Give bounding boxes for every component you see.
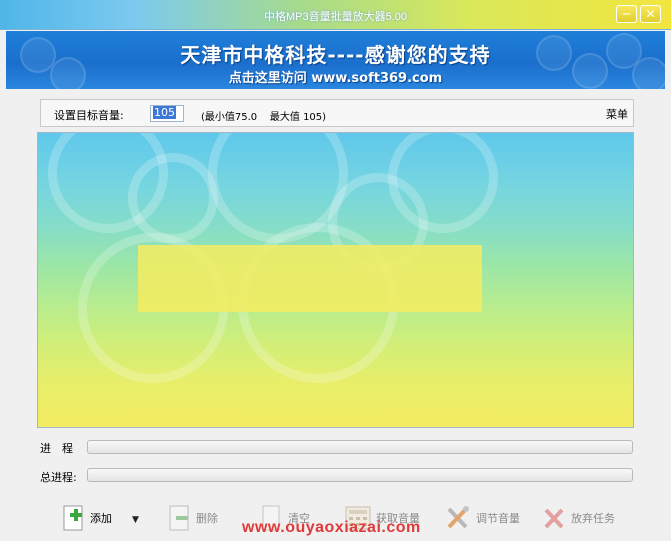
adjust-volume-label: 调节音量 <box>476 512 520 525</box>
close-button[interactable]: ✕ <box>640 5 661 23</box>
website-link[interactable]: 点击这里访问 www.soft369.com <box>6 67 665 86</box>
title-bar: 中格MP3音量批量放大器5.00 ─ ✕ <box>0 0 671 30</box>
target-volume-input[interactable]: 105 <box>150 105 184 122</box>
add-button[interactable]: 添加 <box>62 500 112 536</box>
target-volume-value: 105 <box>153 106 176 119</box>
add-dropdown-icon[interactable]: ▼ <box>132 515 139 525</box>
total-progress-label: 总进程: <box>40 471 77 484</box>
add-file-icon <box>63 505 83 531</box>
background-swirl <box>388 133 498 233</box>
abort-task-button[interactable]: 放弃任务 <box>541 500 615 536</box>
tools-icon <box>447 506 469 529</box>
window-title: 中格MP3音量批量放大器5.00 <box>263 11 408 23</box>
banner-headline: 天津市中格科技----感谢您的支持 <box>180 43 491 67</box>
volume-settings-bar: 设置目标音量: 105 (最小值75.0 最大值 105) 菜单 <box>40 99 634 127</box>
delete-label: 删除 <box>196 512 218 525</box>
highlight-overlay <box>138 245 482 312</box>
progress-bar <box>87 440 633 454</box>
banner[interactable]: 天津市中格科技----感谢您的支持 点击这里访问 www.soft369.com <box>6 31 665 89</box>
total-progress-bar <box>87 468 633 482</box>
delete-file-icon <box>169 505 189 531</box>
abort-task-label: 放弃任务 <box>571 512 615 525</box>
progress-label: 进 程 <box>40 442 73 455</box>
delete-button[interactable]: 删除 <box>168 500 218 536</box>
menu-button[interactable]: 菜单 <box>606 106 628 122</box>
file-list-area[interactable] <box>37 132 634 428</box>
watermark-text: www.ouyaoxiazai.com <box>242 519 421 536</box>
adjust-volume-button[interactable]: 调节音量 <box>444 500 520 536</box>
volume-range-hint: (最小值75.0 最大值 105) <box>201 108 326 123</box>
target-volume-label: 设置目标音量: <box>54 109 124 122</box>
cancel-x-icon <box>544 508 564 529</box>
min-value-text: (最小值75.0 <box>201 112 258 123</box>
background-swirl <box>128 153 218 243</box>
add-label: 添加 <box>90 512 112 525</box>
minimize-button[interactable]: ─ <box>616 5 637 23</box>
max-value-text: 最大值 105) <box>269 112 327 123</box>
